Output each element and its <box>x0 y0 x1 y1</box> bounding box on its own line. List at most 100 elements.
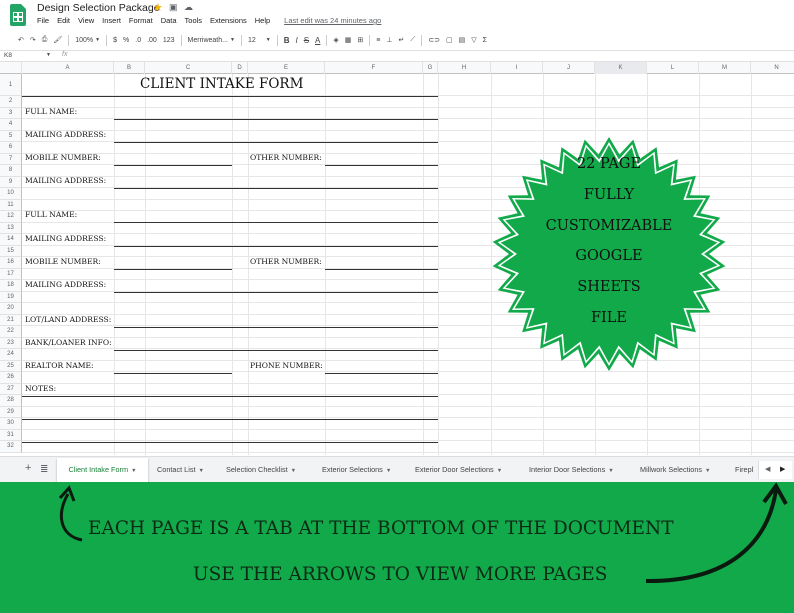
tab-dropdown-icon[interactable]: ▼ <box>199 468 204 474</box>
filter-icon[interactable]: ▽ <box>471 36 476 44</box>
row-header[interactable]: 8 <box>0 165 22 177</box>
row-header[interactable]: 19 <box>0 291 22 303</box>
column-header[interactable]: B <box>114 62 145 74</box>
row-header[interactable]: 28 <box>0 395 22 407</box>
move-folder-icon[interactable]: ▣ <box>169 2 178 13</box>
name-box-dropdown-icon[interactable]: ▼ <box>46 52 51 58</box>
tab-dropdown-icon[interactable]: ▼ <box>291 468 296 474</box>
sheets-logo-icon[interactable] <box>10 4 26 26</box>
row-header[interactable]: 5 <box>0 130 22 142</box>
row-header[interactable]: 6 <box>0 142 22 154</box>
tab-contact-list[interactable]: Contact List ▼ <box>157 458 204 482</box>
row-header[interactable]: 1 <box>0 74 22 96</box>
merge-cells-icon[interactable]: ⊞ <box>357 36 363 44</box>
tab-fireplace[interactable]: Firepl <box>735 458 753 482</box>
italic-button[interactable]: I <box>295 36 297 45</box>
row-header[interactable]: 2 <box>0 96 22 108</box>
paint-format-icon[interactable]: 🖌 <box>53 36 62 44</box>
star-icon[interactable]: ★ <box>153 1 163 14</box>
row-header[interactable]: 3 <box>0 107 22 119</box>
row-header[interactable]: 30 <box>0 418 22 430</box>
redo-icon[interactable]: ↷ <box>30 36 36 44</box>
currency-button[interactable]: $ <box>113 37 117 44</box>
row-header[interactable]: 23 <box>0 337 22 349</box>
text-color-button[interactable]: A <box>315 36 320 45</box>
percent-button[interactable]: % <box>123 37 129 44</box>
fill-color-icon[interactable]: ◈ <box>333 36 338 44</box>
font-size-select[interactable]: 12 <box>248 37 256 44</box>
font-dropdown-icon[interactable]: ▼ <box>230 37 235 43</box>
row-header[interactable]: 12 <box>0 211 22 223</box>
column-header[interactable]: A <box>22 62 114 74</box>
column-header[interactable]: F <box>325 62 423 74</box>
insert-link-icon[interactable]: ⊂⊃ <box>428 36 440 44</box>
row-header[interactable]: 10 <box>0 188 22 200</box>
menu-insert[interactable]: Insert <box>102 16 121 25</box>
tab-dropdown-icon[interactable]: ▼ <box>497 468 502 474</box>
horizontal-align-icon[interactable]: ≡ <box>376 37 380 44</box>
row-header[interactable]: 26 <box>0 372 22 384</box>
column-header[interactable]: C <box>145 62 232 74</box>
last-edit-link[interactable]: Last edit was 24 minutes ago <box>284 16 381 25</box>
row-header[interactable]: 13 <box>0 222 22 234</box>
column-header[interactable]: M <box>699 62 751 74</box>
name-box[interactable]: K8 <box>4 52 12 59</box>
corner-cell[interactable] <box>0 62 22 74</box>
menu-extensions[interactable]: Extensions <box>210 16 247 25</box>
tab-dropdown-icon[interactable]: ▼ <box>705 468 710 474</box>
column-header[interactable]: L <box>647 62 699 74</box>
row-header[interactable]: 11 <box>0 199 22 211</box>
increase-decimal-button[interactable]: .00 <box>147 37 157 44</box>
tab-client-intake-form[interactable]: Client Intake Form ▼ <box>57 458 148 482</box>
text-rotation-icon[interactable]: ⟋ <box>410 36 415 44</box>
print-icon[interactable]: ⎙ <box>42 36 48 44</box>
tab-dropdown-icon[interactable]: ▼ <box>131 468 136 474</box>
column-header[interactable]: I <box>491 62 543 74</box>
undo-icon[interactable]: ↶ <box>18 36 24 44</box>
scroll-tabs-right-icon[interactable]: ▶ <box>780 465 785 473</box>
row-header[interactable]: 24 <box>0 349 22 361</box>
row-header[interactable]: 9 <box>0 176 22 188</box>
menu-help[interactable]: Help <box>255 16 270 25</box>
column-header[interactable]: G <box>423 62 438 74</box>
font-select[interactable]: Merriweath... <box>188 37 228 44</box>
row-header[interactable]: 20 <box>0 303 22 315</box>
all-sheets-icon[interactable]: ≣ <box>40 464 48 475</box>
menu-edit[interactable]: Edit <box>57 16 70 25</box>
row-header[interactable]: 31 <box>0 429 22 441</box>
column-header[interactable]: J <box>543 62 595 74</box>
menu-view[interactable]: View <box>78 16 94 25</box>
bold-button[interactable]: B <box>284 36 290 45</box>
row-header[interactable]: 25 <box>0 360 22 372</box>
column-header[interactable]: K <box>595 62 647 74</box>
zoom-select[interactable]: 100% <box>75 37 93 44</box>
row-header[interactable]: 17 <box>0 268 22 280</box>
insert-chart-icon[interactable]: ▤ <box>459 36 466 44</box>
tab-dropdown-icon[interactable]: ▼ <box>386 468 391 474</box>
add-sheet-icon[interactable]: + <box>25 462 31 474</box>
row-header[interactable]: 16 <box>0 257 22 269</box>
column-header[interactable]: H <box>438 62 491 74</box>
column-header[interactable]: N <box>751 62 794 74</box>
menu-format[interactable]: Format <box>129 16 153 25</box>
functions-icon[interactable]: Σ <box>483 37 487 44</box>
row-header[interactable]: 32 <box>0 441 22 453</box>
text-wrap-icon[interactable]: ↵ <box>398 36 404 44</box>
row-header[interactable]: 27 <box>0 383 22 395</box>
zoom-dropdown-icon[interactable]: ▼ <box>95 37 100 43</box>
strikethrough-button[interactable]: S <box>304 36 309 45</box>
menu-data[interactable]: Data <box>161 16 177 25</box>
tab-selection-checklist[interactable]: Selection Checklist ▼ <box>226 458 296 482</box>
tab-exterior-selections[interactable]: Exterior Selections ▼ <box>322 458 391 482</box>
row-header[interactable]: 15 <box>0 245 22 257</box>
row-header[interactable]: 21 <box>0 314 22 326</box>
tab-millwork-selections[interactable]: Millwork Selections ▼ <box>640 458 711 482</box>
row-header[interactable]: 4 <box>0 119 22 131</box>
tab-exterior-door-selections[interactable]: Exterior Door Selections ▼ <box>415 458 502 482</box>
row-header[interactable]: 18 <box>0 280 22 292</box>
cloud-status-icon[interactable]: ☁ <box>184 2 193 13</box>
row-header[interactable]: 14 <box>0 234 22 246</box>
more-formats-button[interactable]: 123 <box>163 37 175 44</box>
scroll-tabs-left-icon[interactable]: ◀ <box>765 465 770 473</box>
tab-dropdown-icon[interactable]: ▼ <box>608 468 613 474</box>
